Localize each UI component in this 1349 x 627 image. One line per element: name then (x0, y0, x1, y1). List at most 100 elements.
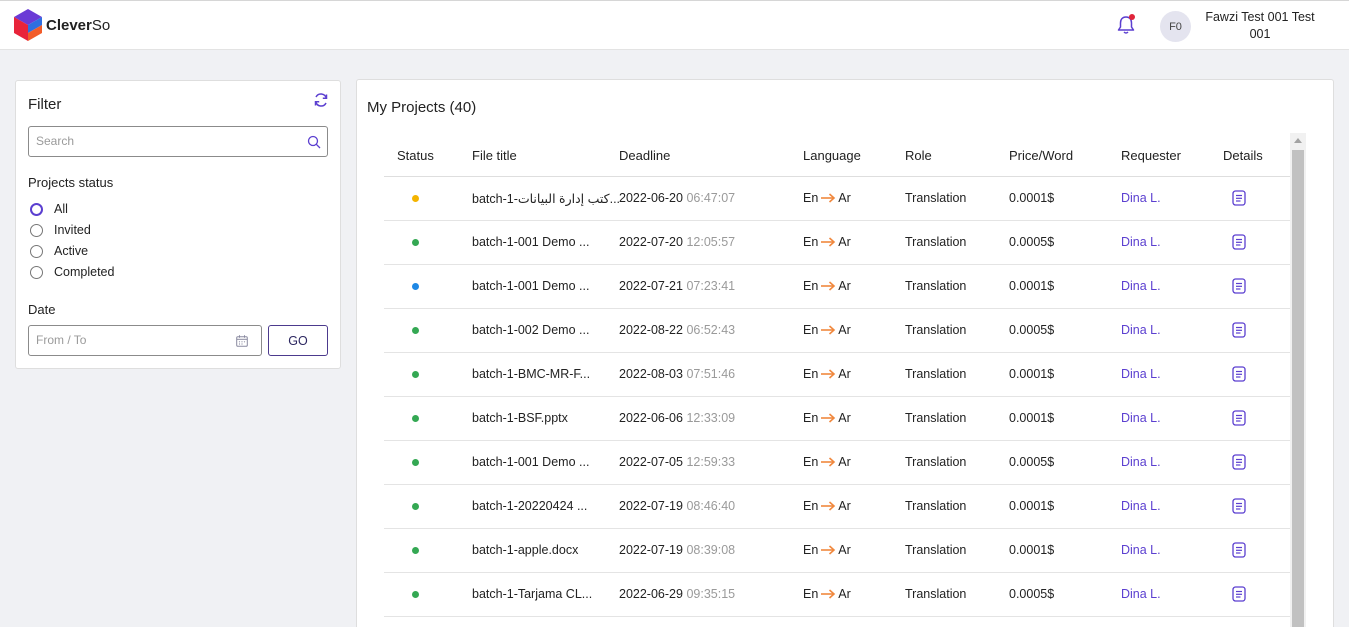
table-row[interactable]: batch-1-002 Demo ... 2022-08-22 06:52:43 E… (384, 309, 1290, 353)
radio-invited[interactable] (30, 223, 43, 237)
price-per-word: 0.0001$ (1009, 543, 1055, 557)
radio-completed[interactable] (30, 265, 43, 279)
document-icon[interactable] (1232, 322, 1246, 338)
file-title[interactable]: batch-1-BSF.pptx (472, 411, 568, 425)
table-row[interactable]: batch-1-001 Demo ... 2022-07-21 07:23:41 E… (384, 265, 1290, 309)
document-icon[interactable] (1232, 542, 1246, 558)
status-option-completed[interactable]: Completed (30, 265, 114, 279)
table-row[interactable]: batch-1-BMC-MR-F... 2022-08-03 07:51:46 En… (384, 353, 1290, 397)
notification-button[interactable] (1115, 14, 1137, 36)
arrow-right-icon (821, 193, 836, 203)
document-icon[interactable] (1232, 190, 1246, 206)
search-input[interactable] (36, 134, 296, 148)
search-icon[interactable] (307, 135, 321, 149)
clever-so-logo[interactable]: CleverSo (14, 9, 110, 41)
document-icon[interactable] (1232, 234, 1246, 250)
deadline-time: 09:35:15 (686, 587, 736, 601)
scroll-up-arrow[interactable] (1294, 138, 1302, 143)
requester-link[interactable]: Dina L. (1121, 587, 1161, 601)
table-row[interactable]: batch-1-ﻛﺘﺐ إدارة اﻟﺒﻴﺎﻧﺎت... 2022-06-20 … (384, 177, 1290, 221)
date-range-input[interactable] (36, 333, 226, 347)
refresh-icon[interactable] (313, 92, 329, 108)
table-header: Status File title Deadline Language Role… (384, 133, 1290, 177)
radio-all[interactable] (30, 202, 43, 216)
notification-badge (1129, 14, 1135, 20)
table-scrollbar[interactable] (1290, 133, 1306, 627)
status-dot (412, 327, 419, 334)
document-icon[interactable] (1232, 498, 1246, 514)
column-header-role[interactable]: Role (905, 148, 932, 163)
file-title[interactable]: batch-1-002 Demo ... (472, 323, 589, 337)
source-language: En (803, 499, 819, 513)
file-title[interactable]: batch-1-001 Demo ... (472, 279, 589, 293)
file-title[interactable]: batch-1-001 Demo ... (472, 455, 589, 469)
column-header-deadline[interactable]: Deadline (619, 148, 670, 163)
column-header-price-word[interactable]: Price/Word (1009, 148, 1073, 163)
calendar-icon[interactable] (236, 335, 248, 347)
document-icon[interactable] (1232, 454, 1246, 470)
status-dot (412, 459, 419, 466)
deadline-date: 2022-07-05 (619, 455, 683, 469)
top-bar: CleverSo F0 Fawzi Test 001 Test 001 (0, 0, 1349, 50)
arrow-right-icon (821, 589, 836, 599)
deadline-time: 06:52:43 (686, 323, 736, 337)
requester-link[interactable]: Dina L. (1121, 499, 1161, 513)
arrow-right-icon (821, 413, 836, 423)
requester-link[interactable]: Dina L. (1121, 323, 1161, 337)
table-row[interactable]: batch-1-BSF.pptx 2022-06-06 12:33:09 En Ar T… (384, 397, 1290, 441)
file-title[interactable]: batch-1-001 Demo ... (472, 235, 589, 249)
table-row[interactable]: batch-1-001 Demo ... 2022-07-05 12:59:33 E… (384, 441, 1290, 485)
requester-link[interactable]: Dina L. (1121, 455, 1161, 469)
document-icon[interactable] (1232, 278, 1246, 294)
status-option-all[interactable]: All (30, 202, 68, 216)
deadline-time: 06:47:07 (686, 191, 736, 205)
file-title[interactable]: batch-1-apple.docx (472, 543, 578, 557)
file-title[interactable]: batch-1-Tarjama CL... (472, 587, 592, 601)
arrow-right-icon (821, 501, 836, 511)
avatar[interactable]: F0 (1160, 11, 1191, 42)
language-pair: En Ar (803, 235, 851, 249)
deadline: 2022-07-19 08:39:08 (619, 543, 735, 557)
table-row[interactable]: batch-1-001 Demo ... 2022-07-20 12:05:57 E… (384, 221, 1290, 265)
requester-link[interactable]: Dina L. (1121, 191, 1161, 205)
column-header-file-title[interactable]: File title (472, 148, 517, 163)
role: Translation (905, 367, 967, 381)
file-title[interactable]: batch-1-BMC-MR-F... (472, 367, 590, 381)
radio-label-all: All (54, 202, 68, 216)
status-dot (412, 547, 419, 554)
table-row[interactable]: batch-1-apple.docx 2022-07-19 08:39:08 En A… (384, 529, 1290, 573)
radio-active[interactable] (30, 244, 43, 258)
requester-link[interactable]: Dina L. (1121, 411, 1161, 425)
status-option-invited[interactable]: Invited (30, 223, 91, 237)
requester-link[interactable]: Dina L. (1121, 235, 1161, 249)
column-header-requester[interactable]: Requester (1121, 148, 1181, 163)
status-option-active[interactable]: Active (30, 244, 88, 258)
requester-link[interactable]: Dina L. (1121, 543, 1161, 557)
deadline: 2022-07-21 07:23:41 (619, 279, 735, 293)
file-title[interactable]: batch-1-ﻛﺘﺐ إدارة اﻟﺒﻴﺎﻧﺎت... (472, 191, 620, 206)
table-row[interactable]: batch-1-Tarjama CL... 2022-06-29 09:35:15… (384, 573, 1290, 617)
target-language: Ar (838, 367, 851, 381)
price-per-word: 0.0005$ (1009, 235, 1055, 249)
document-icon[interactable] (1232, 366, 1246, 382)
column-header-status[interactable]: Status (397, 148, 434, 163)
document-icon[interactable] (1232, 586, 1246, 602)
arrow-right-icon (821, 369, 836, 379)
table-row[interactable]: batch-1-20220424 ... 2022-07-19 08:46:40 E… (384, 485, 1290, 529)
arrow-right-icon (821, 325, 836, 335)
requester-link[interactable]: Dina L. (1121, 367, 1161, 381)
column-header-details[interactable]: Details (1223, 148, 1263, 163)
deadline: 2022-08-22 06:52:43 (619, 323, 735, 337)
deadline-time: 12:59:33 (686, 455, 736, 469)
file-title[interactable]: batch-1-20220424 ... (472, 499, 587, 513)
document-icon[interactable] (1232, 410, 1246, 426)
search-field[interactable] (28, 126, 328, 157)
date-range-field[interactable] (28, 325, 262, 356)
column-header-language[interactable]: Language (803, 148, 861, 163)
scroll-thumb[interactable] (1292, 150, 1304, 627)
requester-link[interactable]: Dina L. (1121, 279, 1161, 293)
language-pair: En Ar (803, 587, 851, 601)
go-button[interactable]: GO (268, 325, 328, 356)
role: Translation (905, 411, 967, 425)
user-name[interactable]: Fawzi Test 001 Test 001 (1200, 9, 1320, 43)
